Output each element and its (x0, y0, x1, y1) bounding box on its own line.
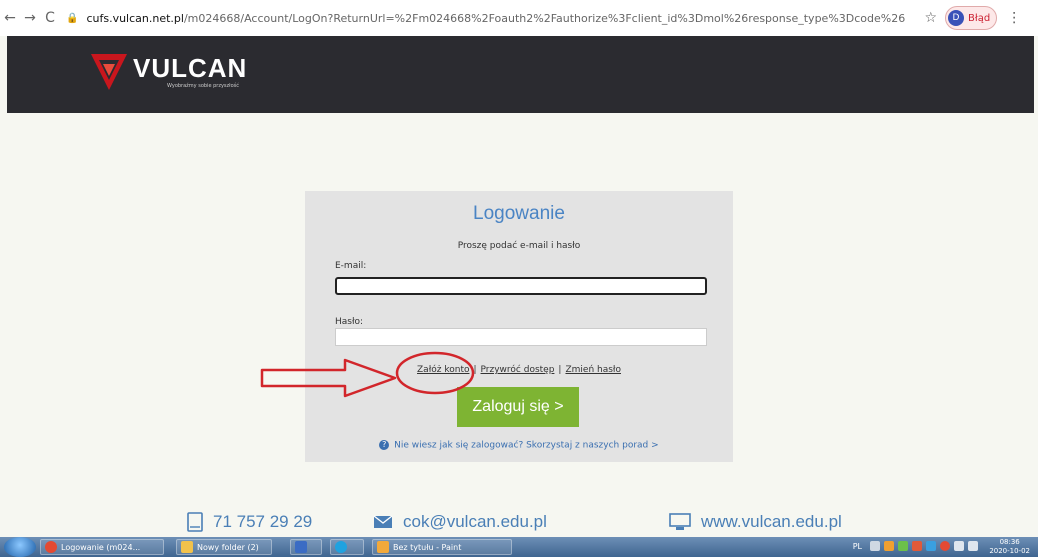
browser-toolbar: ← → C 🔒 cufs.vulcan.net.pl/m024668/Accou… (0, 0, 1038, 36)
contact-email: cok@vulcan.edu.pl (373, 512, 547, 532)
edge-icon (335, 541, 347, 553)
more-menu-icon[interactable]: ⋮ (1007, 10, 1021, 26)
email-label: E-mail: (335, 261, 367, 271)
tray-app-icon[interactable] (912, 541, 922, 551)
profile-error-label: Błąd (968, 12, 991, 24)
taskbar-item-label: Nowy folder (2) (197, 542, 259, 552)
link-separator: | (473, 365, 477, 375)
login-panel: Logowanie Proszę podać e-mail i hasło E-… (305, 191, 733, 462)
taskbar-item-word[interactable] (290, 539, 322, 555)
tray-security-icon[interactable] (926, 541, 936, 551)
contact-website: www.vulcan.edu.pl (669, 512, 842, 532)
envelope-icon (373, 515, 393, 528)
language-indicator[interactable]: PL (853, 542, 862, 551)
create-account-link[interactable]: Załóż konto (417, 365, 469, 375)
password-field[interactable] (335, 328, 707, 346)
email-field[interactable] (335, 277, 707, 295)
windows-taskbar: Logowanie (m024... Nowy folder (2) Bez t… (0, 537, 1038, 557)
tray-power-icon[interactable] (968, 541, 978, 551)
link-separator: | (558, 365, 562, 375)
logo-tagline: Wyobraźmy sobie przyszłość (167, 83, 239, 89)
phone-icon (187, 512, 203, 532)
help-line: ? Nie wiesz jak się zalogować? Skorzysta… (305, 440, 733, 451)
phone-number: 71 757 29 29 (213, 512, 313, 531)
help-tips-link[interactable]: Skorzystaj z naszych porad (526, 441, 648, 451)
account-links: Załóż konto | Przywróć dostęp | Zmień hasło (305, 365, 733, 375)
reload-icon[interactable]: C (40, 10, 60, 26)
taskbar-clock[interactable]: 08:36 2020-10-02 (989, 538, 1030, 556)
system-tray: PL (853, 541, 978, 551)
email-address[interactable]: cok@vulcan.edu.pl (403, 512, 547, 532)
clock-time: 08:36 (999, 538, 1020, 546)
contact-phone: 71 757 29 29 (187, 512, 312, 532)
address-bar[interactable]: cufs.vulcan.net.pl/m024668/Account/LogOn… (86, 12, 906, 25)
bookmark-star-icon[interactable]: ☆ (924, 10, 937, 26)
help-prompt: Nie wiesz jak się zalogować? (394, 440, 524, 451)
lock-icon[interactable]: 🔒 (66, 13, 78, 24)
question-mark-icon: ? (379, 440, 390, 450)
vulcan-logo-icon (91, 54, 127, 90)
taskbar-item-edge[interactable] (330, 539, 364, 555)
change-password-link[interactable]: Zmień hasło (565, 365, 621, 375)
chrome-icon (45, 541, 57, 553)
tray-keyboard-icon[interactable] (870, 541, 880, 551)
back-arrow-icon[interactable]: ← (0, 10, 20, 26)
tray-volume-icon[interactable] (954, 541, 964, 551)
vulcan-logo[interactable]: VULCAN Wyobraźmy sobie przyszłość (89, 50, 247, 94)
url-path: /m024668/Account/LogOn?ReturnUrl=%2Fm024… (183, 11, 906, 25)
url-host: cufs.vulcan.net.pl (86, 11, 184, 25)
tray-network-icon[interactable] (898, 541, 908, 551)
paint-icon (377, 541, 389, 553)
tray-flag-icon[interactable] (884, 541, 894, 551)
profile-button[interactable]: D Błąd (945, 6, 998, 30)
logo-text: VULCAN (133, 53, 248, 83)
restore-access-link[interactable]: Przywróć dostęp (481, 365, 555, 375)
taskbar-item-chrome[interactable]: Logowanie (m024... (40, 539, 164, 555)
monitor-icon (669, 513, 691, 530)
contact-footer: 71 757 29 29 cok@vulcan.edu.pl www.vulca… (0, 508, 1038, 536)
help-arrow: > (651, 440, 659, 451)
word-icon (295, 541, 307, 553)
tray-chrome-icon[interactable] (940, 541, 950, 551)
website-address[interactable]: www.vulcan.edu.pl (701, 512, 842, 532)
folder-icon (181, 541, 193, 553)
avatar: D (948, 10, 965, 26)
taskbar-item-label: Bez tytułu - Paint (393, 542, 462, 552)
clock-date: 2020-10-02 (989, 547, 1030, 555)
forward-arrow-icon[interactable]: → (20, 10, 40, 26)
login-button[interactable]: Zaloguj się > (457, 387, 579, 427)
site-header: VULCAN Wyobraźmy sobie przyszłość (7, 36, 1034, 113)
start-button[interactable] (4, 537, 36, 557)
taskbar-item-label: Logowanie (m024... (61, 542, 141, 552)
login-instructions: Proszę podać e-mail i hasło (457, 241, 581, 251)
page-title: Logowanie (473, 203, 565, 224)
password-label: Hasło: (335, 317, 364, 327)
taskbar-item-folder[interactable]: Nowy folder (2) (176, 539, 272, 555)
taskbar-item-paint[interactable]: Bez tytułu - Paint (372, 539, 512, 555)
